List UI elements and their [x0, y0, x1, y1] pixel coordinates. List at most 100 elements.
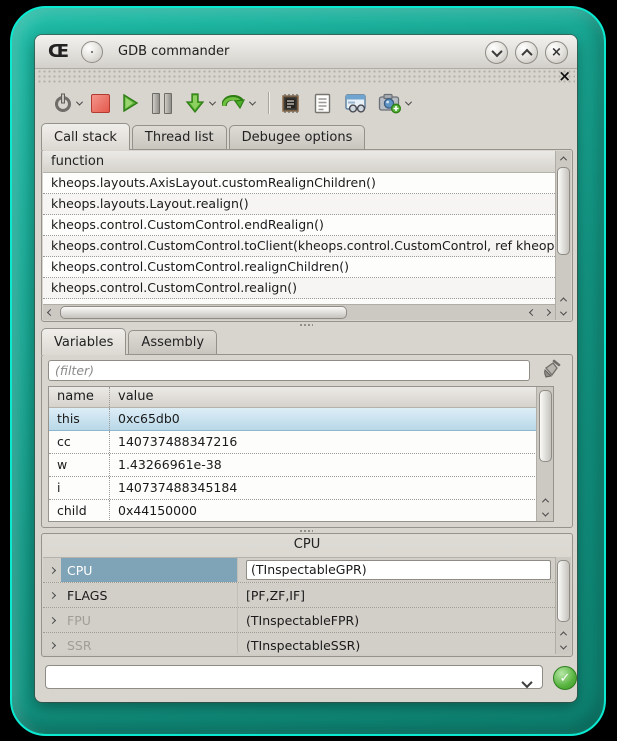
splitter-handle[interactable]	[299, 323, 313, 327]
minimize-button[interactable]	[485, 41, 508, 64]
register-group-name[interactable]: CPU	[61, 558, 238, 582]
variables-vertical-scrollbar[interactable]	[536, 387, 553, 521]
tab-call-stack[interactable]: Call stack	[41, 123, 130, 150]
clear-filter-button[interactable]	[540, 358, 562, 380]
desktop: { "window": { "title": "GDB commander", …	[0, 0, 617, 741]
stop-icon	[91, 94, 110, 113]
cpu-tree-row[interactable]: CPU (TInspectableGPR)	[43, 558, 555, 583]
callstack-row[interactable]: kheops.control.CustomControl.realign()	[43, 278, 555, 299]
step-over-button[interactable]	[222, 92, 246, 114]
callstack-horizontal-scrollbar[interactable]	[43, 304, 555, 320]
cpu-tree-row[interactable]: FLAGS [PF,ZF,IF]	[43, 583, 555, 608]
scrollbar-thumb[interactable]	[557, 560, 570, 622]
scroll-up-button[interactable]	[556, 151, 571, 165]
callstack-row[interactable]: kheops.layouts.Layout.realign()	[43, 194, 555, 215]
register-group-name[interactable]: SSR	[61, 633, 238, 654]
power-dropdown[interactable]	[77, 101, 82, 106]
window-menu-button[interactable]	[81, 41, 103, 63]
dock-grip-bar[interactable]: ×	[37, 69, 575, 85]
chevron-down-icon	[405, 98, 412, 105]
variable-row[interactable]: w 1.43266961e-38	[49, 454, 537, 477]
messages-button[interactable]	[313, 93, 332, 114]
close-button[interactable]: ×	[545, 41, 568, 64]
variable-value: 0xc65db0	[110, 408, 180, 430]
scroll-down-button[interactable]	[538, 507, 553, 521]
expand-button[interactable]	[43, 583, 61, 607]
stop-button[interactable]	[91, 94, 110, 113]
chevron-right-icon	[544, 309, 551, 316]
scrollbar-thumb[interactable]	[557, 167, 570, 255]
column-name[interactable]: name	[49, 387, 110, 407]
check-icon: ✓	[560, 671, 571, 686]
snapshot-dropdown[interactable]	[406, 101, 411, 106]
scroll-up-button[interactable]	[556, 292, 571, 306]
callstack-row[interactable]: kheops.layouts.AxisLayout.customRealignC…	[43, 173, 555, 194]
maximize-button[interactable]	[515, 41, 538, 64]
column-value[interactable]: value	[110, 387, 154, 407]
register-value-field[interactable]: (TInspectableGPR)	[246, 560, 551, 580]
variable-name: child	[49, 500, 110, 522]
scrollbar-thumb[interactable]	[539, 390, 552, 462]
scroll-up-button[interactable]	[556, 626, 571, 640]
power-button[interactable]	[53, 93, 73, 113]
variable-row[interactable]: this 0xc65db0	[49, 408, 537, 431]
window-title: GDB commander	[118, 44, 229, 59]
scroll-left-button[interactable]	[43, 306, 58, 320]
callstack-vertical-scrollbar[interactable]	[555, 151, 571, 320]
run-button[interactable]	[120, 93, 140, 113]
callstack-column-header[interactable]: function	[43, 151, 555, 173]
variables-table-header[interactable]: name value	[49, 387, 537, 408]
register-group-name[interactable]: FPU	[61, 608, 238, 632]
callstack-row[interactable]: kheops.control.CustomControl.realignChil…	[43, 257, 555, 278]
chevron-up-icon	[521, 48, 532, 59]
chevron-down-icon	[76, 98, 83, 105]
debug-toolbar	[35, 85, 577, 121]
scroll-down-button[interactable]	[556, 640, 571, 654]
register-value: (TInspectableFPR)	[238, 608, 555, 632]
close-icon: ×	[551, 46, 562, 59]
register-value: [PF,ZF,IF]	[238, 583, 555, 607]
toolbar-separator	[268, 92, 270, 114]
scrollbar-thumb[interactable]	[60, 306, 347, 319]
callstack-row[interactable]: kheops.control.CustomControl.toClient(kh…	[43, 236, 555, 257]
expand-button[interactable]	[43, 608, 61, 632]
dock-close-icon[interactable]: ×	[558, 67, 571, 85]
cpu-vertical-scrollbar[interactable]	[555, 557, 571, 654]
scroll-left-button[interactable]	[525, 306, 540, 320]
step-into-button[interactable]	[184, 92, 206, 114]
tab-thread-list[interactable]: Thread list	[132, 125, 227, 150]
variable-row[interactable]: cc 140737488347216	[49, 431, 537, 454]
snapshot-button[interactable]	[378, 92, 402, 114]
titlebar[interactable]: Œ GDB commander ×	[35, 35, 577, 69]
command-dropdown[interactable]	[523, 673, 531, 692]
pause-icon	[152, 93, 172, 114]
expand-button[interactable]	[43, 633, 61, 654]
variable-row[interactable]: i 140737488345184	[49, 477, 537, 500]
watch-window-icon	[344, 93, 368, 114]
send-command-button[interactable]: ✓	[553, 666, 577, 690]
variable-row[interactable]: child 0x44150000	[49, 500, 537, 522]
cpu-tree-row[interactable]: FPU (TInspectableFPR)	[43, 608, 555, 633]
tab-debugee-options[interactable]: Debugee options	[229, 125, 366, 150]
gdb-command-input[interactable]	[45, 665, 543, 689]
run-icon	[120, 93, 140, 113]
filter-input[interactable]	[48, 360, 530, 381]
scroll-up-button[interactable]	[538, 493, 553, 507]
register-group-name[interactable]: FLAGS	[61, 583, 238, 607]
cpu-view-button[interactable]	[280, 93, 301, 114]
pause-button[interactable]	[152, 93, 172, 114]
tab-assembly[interactable]: Assembly	[128, 330, 217, 355]
tab-variables[interactable]: Variables	[41, 328, 126, 355]
callstack-row[interactable]: kheops.control.CustomControl.endRealign(…	[43, 215, 555, 236]
scroll-right-button[interactable]	[540, 306, 555, 320]
chevron-down-icon	[521, 677, 532, 688]
step-into-dropdown[interactable]	[210, 101, 215, 106]
chevron-up-icon	[541, 498, 548, 505]
watch-window-button[interactable]	[344, 93, 368, 114]
scroll-down-button[interactable]	[556, 306, 571, 320]
cpu-view-icon	[280, 93, 301, 114]
cpu-tree-row[interactable]: SSR (TInspectableSSR)	[43, 633, 555, 654]
expand-button[interactable]	[43, 558, 61, 582]
chevron-down-icon	[560, 642, 567, 649]
step-over-dropdown[interactable]	[250, 101, 255, 106]
